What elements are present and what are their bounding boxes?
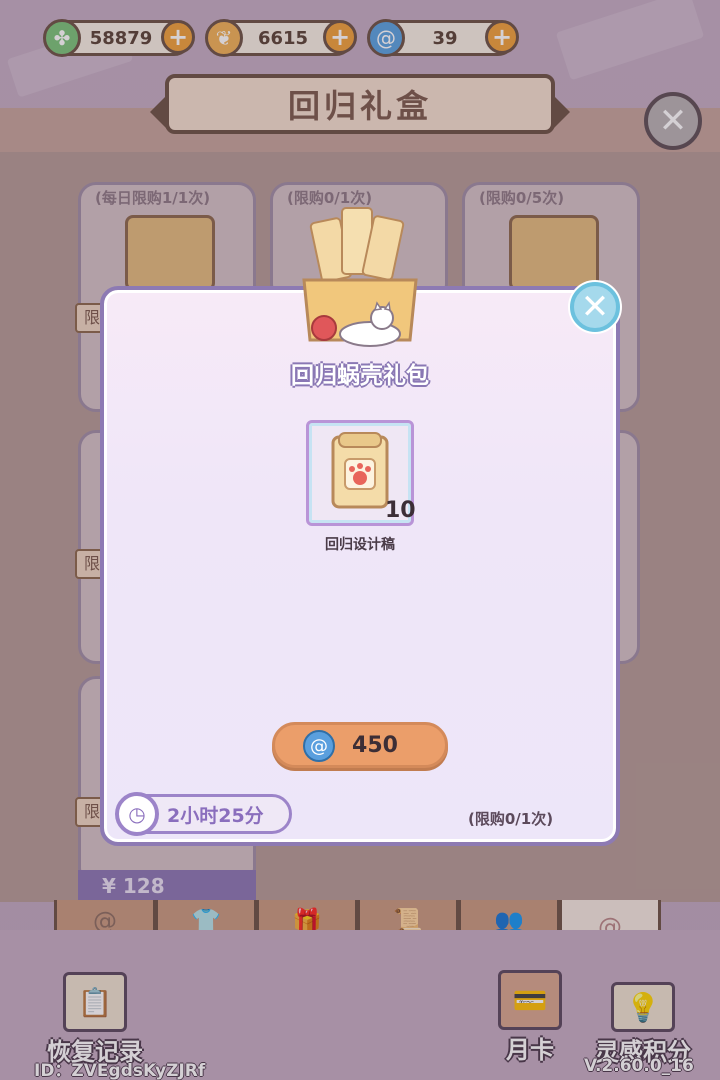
buy-button[interactable]: @ 450 bbox=[272, 722, 448, 768]
close-dialog-button[interactable]: ✕ bbox=[570, 282, 620, 332]
swirl-shell-icon: @ bbox=[303, 730, 335, 762]
purchase-limit: (限购0/1次) bbox=[468, 810, 554, 828]
close-icon: ✕ bbox=[580, 287, 610, 327]
item-count: 10 bbox=[385, 498, 416, 523]
gift-pack-image bbox=[302, 207, 418, 347]
buy-price: 450 bbox=[352, 732, 398, 758]
clock-icon: ◷ bbox=[115, 792, 159, 836]
item-name: 回归设计稿 bbox=[325, 537, 395, 553]
dialog-title: 回归蜗壳礼包 bbox=[291, 363, 429, 389]
countdown-timer: ◷ 2小时25分 bbox=[115, 792, 292, 836]
timer-text: 2小时25分 bbox=[167, 804, 264, 827]
